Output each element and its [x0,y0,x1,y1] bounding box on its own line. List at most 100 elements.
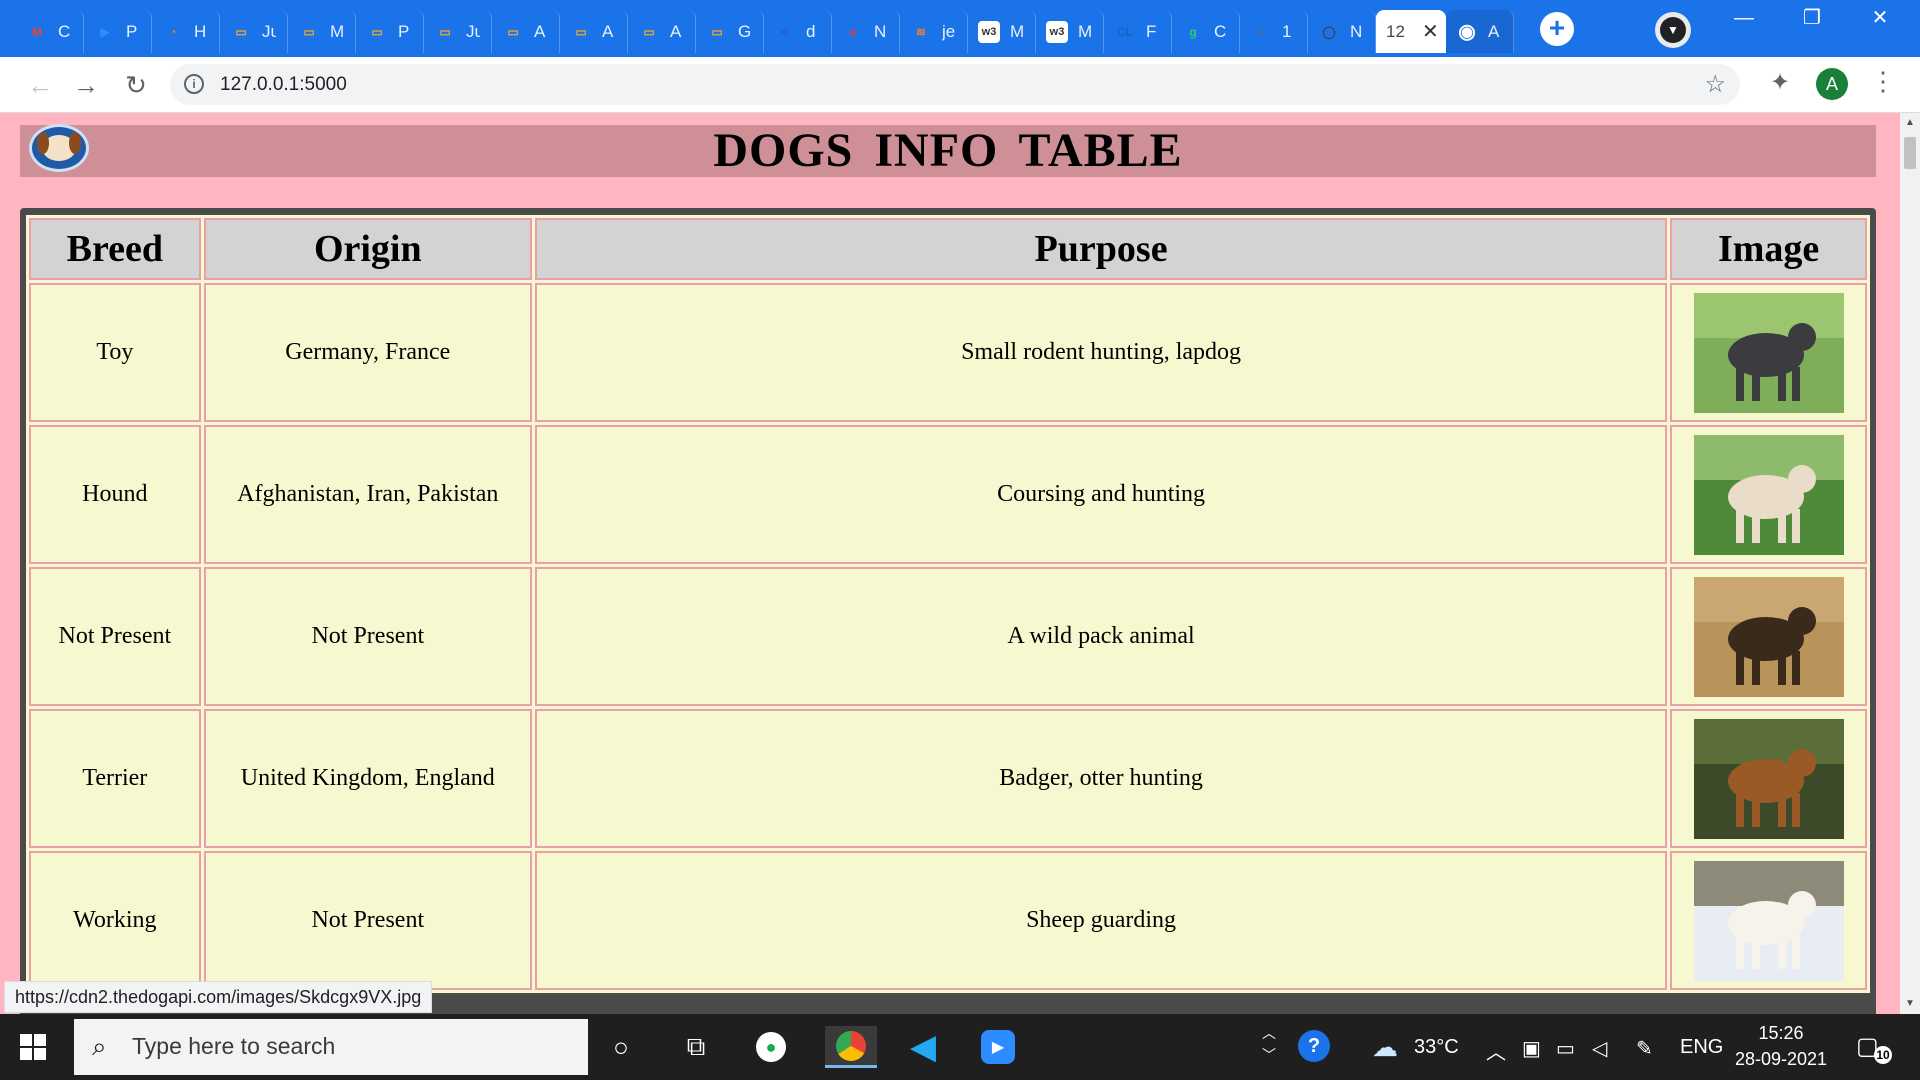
tray-overflow-icon[interactable]: ︿ ﹀ [1262,1022,1276,1066]
tab-8[interactable]: ▭ A [560,10,628,53]
page-viewport: DOGS INFO TABLE Breed Origin Purpose Ima… [0,113,1920,1014]
status-bar-url: https://cdn2.thedogapi.com/images/Skdcgx… [4,981,433,1013]
cell-image[interactable] [1670,425,1867,564]
pen-icon[interactable]: ✎ [1636,1036,1653,1061]
url-text[interactable]: 127.0.0.1:5000 [220,74,347,96]
tab-favicon-icon: CL [1117,24,1133,39]
new-tab-button[interactable]: + [1540,12,1574,46]
notifications-icon[interactable]: ▢ 10 [1856,1032,1892,1064]
reload-button[interactable]: ↻ [118,67,154,103]
tab-github[interactable]: ◉ A [1446,10,1514,53]
tab-4[interactable]: ▭ M [288,10,356,53]
cell-image[interactable] [1670,709,1867,848]
tab-title: A [1488,21,1500,41]
minimize-button[interactable]: — [1710,0,1778,36]
tab-7[interactable]: ▭ A [492,10,560,53]
weather-cloud-icon[interactable]: ☁ [1372,1032,1398,1063]
tab-favicon-icon: ▭ [303,24,315,39]
tab-5[interactable]: ▭ P [356,10,424,53]
tab-favicon-icon: ◯ [1322,24,1336,39]
tab-favicon-icon: ◐ [1257,24,1265,39]
taskbar-search-box[interactable]: ⌕ Type here to search [74,1019,588,1075]
tab-title: 12 [1386,21,1405,41]
cell-breed: Toy [29,283,201,422]
tab-18[interactable]: ◐ 1 [1240,10,1308,53]
tab-title: C [58,21,71,41]
tab-search-button[interactable]: ▼ [1655,12,1691,48]
cortana-icon[interactable]: ○ [600,1026,642,1068]
tab-17[interactable]: gC [1172,10,1240,53]
tab-16[interactable]: CL F [1104,10,1172,53]
cell-origin: Not Present [203,567,532,706]
cell-purpose: Coursing and hunting [534,425,1668,564]
search-icon: ⌕ [92,1031,107,1061]
tab-19[interactable]: ◯ N [1308,10,1376,53]
extensions-icon[interactable]: ✦ [1770,68,1790,97]
tab-favicon-icon: M [32,24,42,39]
clock[interactable]: 15:26 28-09-2021 [1726,1020,1836,1072]
tab-2[interactable]: ◔ H [152,10,220,53]
black-shaggy-dog-image [1693,292,1844,413]
address-bar[interactable]: i 127.0.0.1:5000 ☆ [170,64,1740,105]
tab-3[interactable]: ▭ Ju [220,10,288,53]
language-indicator[interactable]: ENG [1680,1036,1723,1059]
tab-0[interactable]: MC [16,10,84,53]
tab-6[interactable]: ▭ Ju [424,10,492,53]
cell-image[interactable] [1670,851,1867,990]
account-avatar[interactable]: A [1816,68,1848,100]
tab-11[interactable]: < d [764,10,832,53]
tab-9[interactable]: ▭ A [628,10,696,53]
page-scrollbar[interactable]: ▲ ▼ [1900,113,1920,1014]
tab-14[interactable]: w3 M [968,10,1036,53]
scroll-up-icon[interactable]: ▲ [1900,113,1920,133]
tab-10[interactable]: ▭ G [696,10,764,53]
battery-icon[interactable]: ▭ [1556,1036,1575,1061]
browser-menu-icon[interactable]: ⋮ [1870,66,1896,97]
white-dog-snow-image [1693,860,1844,981]
zoom-icon[interactable]: ▶ [977,1026,1019,1068]
tab-favicon-icon: ≋ [915,24,927,39]
browser-toolbar: ← → ↻ i 127.0.0.1:5000 ☆ [0,57,1920,113]
close-window-button[interactable]: ✕ [1846,0,1914,36]
back-button[interactable]: ← [22,67,58,103]
tab-12[interactable]: eN [832,10,900,53]
chrome-taskbar-icon[interactable] [825,1026,877,1068]
tab-active[interactable]: 12 ✕ [1376,10,1446,53]
bookmark-star-icon[interactable]: ☆ [1704,70,1726,99]
scroll-thumb[interactable] [1904,137,1916,169]
forward-button[interactable]: → [68,67,104,103]
cell-origin: Afghanistan, Iran, Pakistan [203,425,532,564]
cell-origin: Germany, France [203,283,532,422]
cell-image[interactable] [1670,567,1867,706]
site-info-icon[interactable]: i [184,74,204,94]
task-view-icon[interactable]: ⧉ [675,1026,717,1068]
clock-time: 15:26 [1758,1023,1804,1043]
tab-13[interactable]: ≋ je [900,10,968,53]
tab-title: H [194,21,207,41]
tab-title: M [1010,21,1024,41]
tab-favicon-icon: w3 [1046,20,1068,43]
scroll-down-icon[interactable]: ▼ [1900,994,1920,1014]
cell-breed: Hound [29,425,201,564]
windows-start-icon[interactable] [20,1034,46,1060]
cell-breed: Terrier [29,709,201,848]
vscode-icon[interactable]: ◀ [902,1026,944,1068]
temperature-text[interactable]: 33°C [1414,1036,1459,1059]
restore-button[interactable]: ❐ [1778,0,1846,36]
mongodb-compass-icon[interactable]: ● [750,1026,792,1068]
volume-icon[interactable]: ◁ [1592,1036,1607,1061]
tab-title: 1 [1282,21,1292,41]
show-hidden-icons-icon[interactable]: ︿ [1486,1036,1506,1065]
tab-15[interactable]: w3 M [1036,10,1104,53]
tab-title: d [806,21,816,41]
tab-1[interactable]: ▶ P [84,10,152,53]
afghan-hound-image [1693,434,1844,555]
close-tab-icon[interactable]: ✕ [1422,19,1439,44]
tab-title: N [1350,21,1363,41]
table-row: Hound Afghanistan, Iran, Pakistan Coursing… [29,425,1867,564]
cell-image[interactable] [1670,283,1867,422]
tab-favicon-icon: ▭ [439,24,451,39]
help-icon[interactable]: ? [1298,1030,1330,1062]
meet-now-icon[interactable]: ▣ [1522,1036,1541,1061]
tab-title: P [398,21,410,41]
